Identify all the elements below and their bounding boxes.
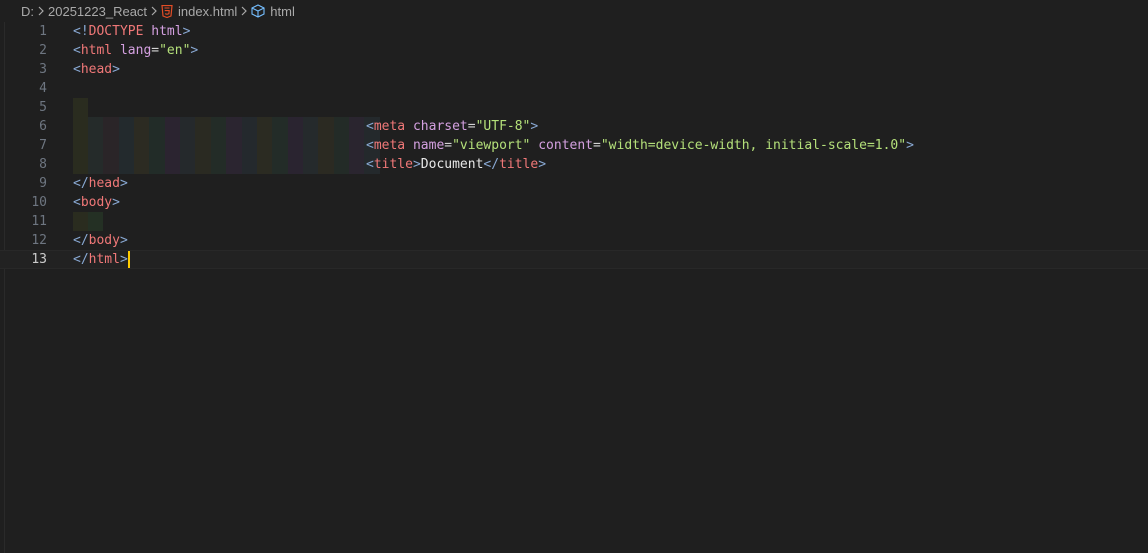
code-line[interactable]: 9 </head> [0, 174, 1148, 193]
code-line-current[interactable]: 13 </html> [0, 250, 1148, 269]
code-line[interactable]: 2 <html lang="en"> [0, 41, 1148, 60]
indent-guide [73, 212, 103, 231]
text-cursor [127, 251, 130, 268]
code-line[interactable]: 3 <head> [0, 60, 1148, 79]
line-content[interactable]: <body> [73, 193, 120, 212]
code-line[interactable]: 12 </body> [0, 231, 1148, 250]
breadcrumb: D: 20251223_React index.html html [0, 0, 1148, 22]
line-number: 5 [39, 100, 47, 115]
line-number: 4 [39, 81, 47, 96]
line-number: 13 [31, 252, 47, 267]
code-line-indented[interactable]: <meta charset="UTF-8"> [0, 117, 1148, 136]
line-number: 3 [39, 62, 47, 77]
chevron-right-icon [34, 6, 48, 16]
breadcrumb-folder[interactable]: 20251223_React [48, 4, 147, 19]
code-line[interactable]: 10 <body> [0, 193, 1148, 212]
indent-guide [88, 212, 103, 231]
breadcrumb-file[interactable]: index.html [178, 4, 237, 19]
html5-icon [161, 4, 173, 18]
line-content[interactable]: <html lang="en"> [73, 41, 198, 60]
line-content[interactable]: <meta charset="UTF-8"> [366, 117, 538, 136]
line-content[interactable]: <!DOCTYPE html> [73, 22, 190, 41]
code-line[interactable]: 4 [0, 79, 1148, 98]
line-content[interactable]: <head> [73, 60, 120, 79]
chevron-right-icon [237, 6, 251, 16]
breadcrumb-drive[interactable]: D: [21, 4, 34, 19]
line-number: 11 [31, 214, 47, 229]
code-line[interactable]: 1 <!DOCTYPE html> [0, 22, 1148, 41]
line-content[interactable]: </head> [73, 174, 128, 193]
line-content[interactable]: </html> [73, 251, 130, 268]
line-content[interactable]: </body> [73, 231, 128, 250]
code-line-indented[interactable]: <meta name="viewport" content="width=dev… [0, 136, 1148, 155]
chevron-right-icon [147, 6, 161, 16]
line-number: 10 [31, 195, 47, 210]
line-number: 1 [39, 24, 47, 39]
line-content[interactable]: <title>Document</title> [366, 155, 546, 174]
line-number: 2 [39, 43, 47, 58]
symbol-element-icon [251, 4, 265, 18]
breadcrumb-symbol[interactable]: html [270, 4, 295, 19]
line-content[interactable]: <meta name="viewport" content="width=dev… [366, 136, 914, 155]
line-number: 12 [31, 233, 47, 248]
code-line-indented[interactable]: <title>Document</title> [0, 155, 1148, 174]
line-number: 9 [39, 176, 47, 191]
code-line[interactable]: 11 [0, 212, 1148, 231]
